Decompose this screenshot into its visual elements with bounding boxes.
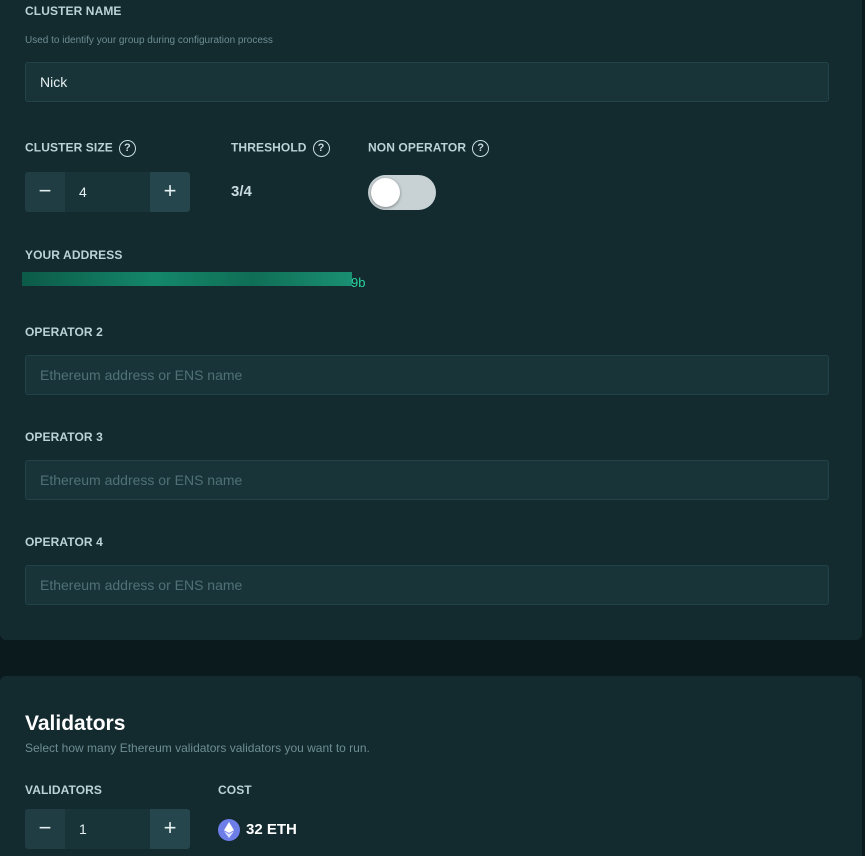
your-address-label: YOUR ADDRESS	[25, 248, 123, 262]
operator-3-label: OPERATOR 3	[25, 430, 103, 444]
cost-label: COST	[218, 783, 252, 797]
validators-count-value[interactable]: 1	[65, 809, 150, 849]
help-circle-icon[interactable]: ?	[118, 140, 136, 157]
cluster-size-label: CLUSTER SIZE?	[25, 140, 136, 157]
increment-button[interactable]: +	[150, 172, 190, 212]
decrement-button[interactable]: −	[25, 172, 65, 212]
non-operator-label: NON OPERATOR?	[368, 140, 490, 157]
increment-button[interactable]: +	[150, 809, 190, 849]
operator-3-input[interactable]	[25, 460, 829, 500]
cluster-name-input[interactable]	[25, 62, 829, 102]
threshold-label: THRESHOLD?	[231, 140, 330, 157]
validators-stepper: − 1 +	[25, 809, 190, 849]
help-circle-icon[interactable]: ?	[472, 140, 490, 157]
validators-title: Validators	[25, 712, 126, 735]
operator-4-input[interactable]	[25, 565, 829, 605]
decrement-button[interactable]: −	[25, 809, 65, 849]
cost-value: 32 ETH	[246, 821, 297, 838]
validators-count-label: VALIDATORS	[25, 783, 103, 797]
address-redaction-bar	[22, 272, 352, 286]
non-operator-toggle[interactable]	[368, 175, 436, 210]
operator-4-label: OPERATOR 4	[25, 535, 103, 549]
cluster-name-hint: Used to identify your group during confi…	[25, 35, 273, 46]
help-circle-icon[interactable]: ?	[312, 140, 330, 157]
validators-hint: Select how many Ethereum validators vali…	[25, 741, 370, 755]
operator-2-label: OPERATOR 2	[25, 325, 103, 339]
threshold-value: 3/4	[231, 183, 252, 200]
cluster-size-value[interactable]: 4	[65, 172, 150, 212]
toggle-knob	[371, 178, 400, 207]
cluster-name-label: CLUSTER NAME	[25, 4, 122, 18]
cluster-size-stepper: − 4 +	[25, 172, 190, 212]
operator-2-input[interactable]	[25, 355, 829, 395]
ethereum-icon	[218, 819, 240, 841]
address-value: 9b	[351, 275, 366, 290]
